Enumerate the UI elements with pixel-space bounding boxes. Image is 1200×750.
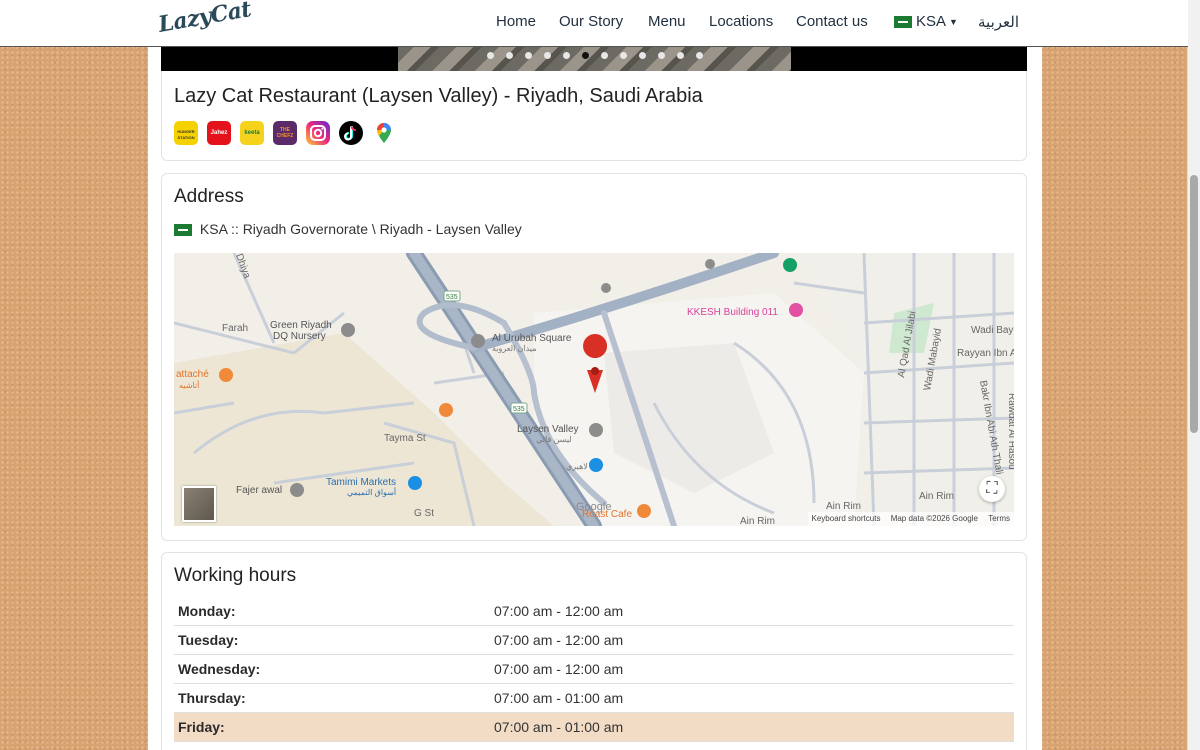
- label-attache-ar: أتاشيه: [179, 379, 199, 390]
- nav-contact-us[interactable]: Contact us: [796, 13, 868, 30]
- carousel-dot[interactable]: [544, 52, 551, 59]
- label-ain-rim: Ain Rim: [826, 501, 861, 512]
- hours-day: Monday:: [178, 603, 236, 619]
- working-hours-card: Working hours Monday: 07:00 am - 12:00 a…: [161, 552, 1027, 750]
- carousel-image: [398, 46, 791, 71]
- restaurant-title: Lazy Cat Restaurant (Laysen Valley) - Ri…: [174, 85, 703, 107]
- carousel-dot[interactable]: [639, 52, 646, 59]
- nav-locations[interactable]: Locations: [709, 13, 773, 30]
- hours-time: 07:00 am - 01:00 am: [494, 690, 624, 706]
- carousel-dot[interactable]: [563, 52, 570, 59]
- carousel-dot[interactable]: [506, 52, 513, 59]
- the-chefz-icon[interactable]: THE CHEFZ: [273, 121, 297, 145]
- hours-day: Tuesday:: [178, 632, 239, 648]
- country-label: KSA: [916, 13, 947, 30]
- top-navbar: LazyCat Home Our Story Menu Locations Co…: [0, 0, 1188, 47]
- address-text: KSA :: Riyadh Governorate \ Riyadh - Lay…: [199, 221, 522, 237]
- label-route-535-2: 535: [513, 406, 525, 413]
- hours-row-thursday: Thursday: 07:00 am - 01:00 am: [174, 684, 1014, 713]
- terms-link[interactable]: Terms: [988, 514, 1010, 523]
- carousel-dot[interactable]: [525, 52, 532, 59]
- saudi-flag-icon: [174, 224, 192, 237]
- label-rayyan: Rayyan Ibn A: [957, 348, 1014, 359]
- hours-row-friday: Friday: 07:00 am - 01:00 am: [174, 713, 1014, 742]
- label-al-urubah-ar: ميدان العروبة: [492, 344, 537, 353]
- hungerstation-icon[interactable]: HUNGER STATION: [174, 121, 198, 145]
- map-canvas[interactable]: Green Riyadh DQ Nursery Al Urubah Square…: [174, 253, 1014, 526]
- carousel-dot[interactable]: [696, 52, 703, 59]
- address-card: Address KSA :: Riyadh Governorate \ Riya…: [161, 173, 1027, 541]
- label-farah: Farah: [222, 323, 248, 334]
- label-fajer: Fajer awal: [236, 485, 282, 496]
- working-hours-heading: Working hours: [174, 565, 297, 586]
- label-tamimi-ar: أسواق التميمي: [347, 486, 396, 497]
- saudi-flag-icon: [894, 16, 912, 29]
- hours-day: Wednesday:: [178, 661, 261, 677]
- carousel-dot[interactable]: [601, 52, 608, 59]
- label-green-riyadh: Green Riyadh: [270, 320, 332, 331]
- carousel-dot[interactable]: [658, 52, 665, 59]
- label-wadi-bayl: Wadi Bayl: [971, 325, 1014, 336]
- carousel-dot[interactable]: [582, 52, 589, 59]
- hours-day: Thursday:: [178, 690, 246, 706]
- label-dq-nursery: DQ Nursery: [273, 331, 326, 342]
- label-ain-rim-2: Ain Rim: [919, 491, 954, 502]
- carousel-dot[interactable]: [620, 52, 627, 59]
- hours-row-wednesday: Wednesday: 07:00 am - 12:00 am: [174, 655, 1014, 684]
- nav-menu[interactable]: Menu: [648, 13, 686, 30]
- label-attache: attaché: [176, 369, 209, 380]
- image-carousel[interactable]: [161, 46, 1027, 71]
- label-g-st: G St: [414, 508, 434, 519]
- carousel-dot[interactable]: [487, 52, 494, 59]
- nav-our-story[interactable]: Our Story: [559, 13, 623, 30]
- address-heading: Address: [174, 186, 244, 207]
- carousel-dot[interactable]: [677, 52, 684, 59]
- hours-day: Friday:: [178, 719, 225, 735]
- keyboard-shortcuts-link[interactable]: Keyboard shortcuts: [812, 514, 881, 523]
- label-tamimi: Tamimi Markets: [326, 477, 396, 488]
- tiktok-icon[interactable]: [339, 121, 363, 145]
- label-rawdat: Rawdat Al Hasou: [1006, 393, 1014, 470]
- address-line: KSA :: Riyadh Governorate \ Riyadh - Lay…: [174, 221, 522, 237]
- restaurant-card: Lazy Cat Restaurant (Laysen Valley) - Ri…: [161, 71, 1027, 161]
- street-view-thumbnail[interactable]: [182, 486, 216, 522]
- map-data-attribution: Map data ©2026 Google: [890, 514, 978, 523]
- label-al-urubah: Al Urubah Square: [492, 333, 572, 344]
- label-laysen: Laysen Valley: [517, 424, 579, 435]
- label-kkesh: KKESH Building 011: [687, 307, 778, 318]
- google-maps-icon[interactable]: [372, 121, 396, 145]
- hours-row-monday: Monday: 07:00 am - 12:00 am: [174, 597, 1014, 626]
- caret-down-icon: ▼: [949, 17, 958, 28]
- language-switch[interactable]: العربية: [978, 13, 1019, 31]
- label-tayma: Tayma St: [384, 433, 426, 444]
- hours-time: 07:00 am - 12:00 am: [494, 632, 624, 648]
- google-logo: Google: [576, 501, 611, 513]
- fullscreen-button[interactable]: ⛶: [979, 476, 1005, 502]
- hours-row-tuesday: Tuesday: 07:00 am - 12:00 am: [174, 626, 1014, 655]
- nav-home[interactable]: Home: [496, 13, 536, 30]
- scrollbar-thumb[interactable]: [1190, 175, 1198, 433]
- map-footer: Keyboard shortcuts Map data ©2026 Google…: [807, 512, 1014, 526]
- page-scrollbar[interactable]: [1187, 0, 1200, 750]
- label-route-535: 535: [446, 294, 458, 301]
- hours-time: 07:00 am - 01:00 am: [494, 719, 624, 735]
- google-map[interactable]: Green Riyadh DQ Nursery Al Urubah Square…: [174, 253, 1014, 526]
- hours-time: 07:00 am - 12:00 am: [494, 603, 624, 619]
- hours-time: 07:00 am - 12:00 am: [494, 661, 624, 677]
- lazycat-logo[interactable]: LazyCat: [156, 0, 253, 38]
- label-ain-rim-3: Ain Rim: [740, 516, 775, 526]
- country-dropdown[interactable]: KSA ▼: [894, 13, 958, 30]
- label-lahiri: لاهيري: [566, 462, 588, 471]
- jahez-icon[interactable]: Jahez: [207, 121, 231, 145]
- instagram-icon[interactable]: [306, 121, 330, 145]
- label-laysen-ar: ليسن فالي: [536, 435, 572, 444]
- keeta-icon[interactable]: keeta: [240, 121, 264, 145]
